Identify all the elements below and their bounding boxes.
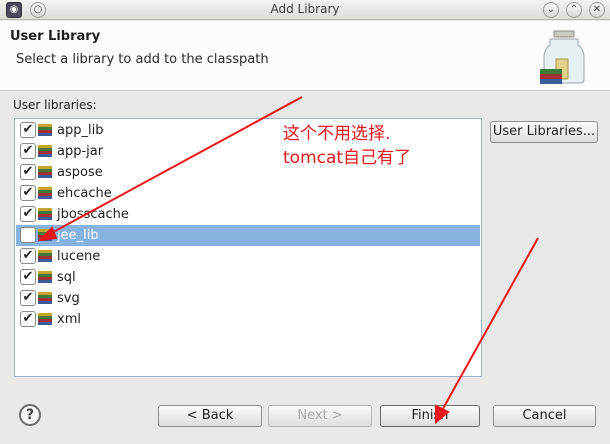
library-name: jee_lib	[57, 228, 99, 243]
library-checkbox[interactable]: ✔	[20, 290, 36, 306]
library-checkbox[interactable]: ✔	[20, 311, 36, 327]
list-item[interactable]: ✔ ehcache	[16, 183, 480, 204]
library-name: lucene	[57, 249, 101, 264]
title-bar: ◉ ○ Add Library ⌄ ⌃ ✕	[0, 0, 610, 20]
back-button[interactable]: < Back	[158, 405, 262, 427]
library-icon	[38, 187, 52, 200]
library-checkbox[interactable]: ✔	[20, 206, 36, 222]
library-jar-icon	[540, 30, 585, 84]
library-name: sql	[57, 270, 76, 285]
finish-button[interactable]: Finish	[380, 405, 480, 427]
list-item[interactable]: jee_lib	[16, 225, 480, 246]
annotation-note: 这个不用选择. tomcat自己有了	[283, 122, 411, 170]
library-icon	[38, 124, 52, 137]
library-checkbox[interactable]: ✔	[20, 248, 36, 264]
list-item[interactable]: ✔ svg	[16, 288, 480, 309]
user-libraries-label: User libraries:	[13, 98, 97, 112]
annotation-line-2: tomcat自己有了	[283, 148, 412, 168]
library-icon	[38, 292, 52, 305]
library-icon	[38, 229, 52, 242]
window-title: Add Library	[270, 2, 340, 16]
minimize-button[interactable]: ⌄	[543, 2, 559, 18]
library-icon	[38, 271, 52, 284]
library-checkbox[interactable]: ✔	[20, 185, 36, 201]
library-name: ehcache	[57, 186, 112, 201]
maximize-button[interactable]: ⌃	[566, 2, 582, 18]
library-checkbox[interactable]: ✔	[20, 122, 36, 138]
library-checkbox[interactable]: ✔	[20, 269, 36, 285]
library-name: app-jar	[57, 144, 104, 159]
list-item[interactable]: ✔ jbosscache	[16, 204, 480, 225]
list-item[interactable]: ✔ xml	[16, 309, 480, 330]
library-icon	[38, 166, 52, 179]
annotation-line-1: 这个不用选择.	[283, 124, 391, 144]
page-description: Select a library to add to the classpath	[16, 52, 269, 67]
library-icon	[38, 208, 52, 221]
library-list[interactable]: ✔ app_lib ✔ app-jar ✔ aspose ✔ ehcache ✔ jbosscac…	[14, 118, 482, 377]
library-icon	[38, 250, 52, 263]
page-title: User Library	[10, 29, 101, 44]
wizard-header: User Library Select a library to add to …	[0, 21, 610, 91]
library-icon	[38, 145, 52, 158]
list-item[interactable]: ✔ lucene	[16, 246, 480, 267]
cancel-button[interactable]: Cancel	[493, 405, 596, 427]
library-icon	[38, 313, 52, 326]
user-libraries-button[interactable]: User Libraries...	[490, 121, 598, 143]
library-name: aspose	[57, 165, 103, 180]
library-name: jbosscache	[57, 207, 129, 222]
library-name: xml	[57, 312, 81, 327]
close-button[interactable]: ✕	[589, 2, 605, 18]
library-name: svg	[57, 291, 80, 306]
library-checkbox[interactable]: ✔	[20, 164, 36, 180]
library-checkbox[interactable]: ✔	[20, 143, 36, 159]
list-item[interactable]: ✔ sql	[16, 267, 480, 288]
library-name: app_lib	[57, 123, 104, 138]
library-checkbox[interactable]	[20, 227, 36, 243]
next-button: Next >	[268, 405, 372, 427]
help-icon[interactable]: ?	[19, 404, 41, 426]
